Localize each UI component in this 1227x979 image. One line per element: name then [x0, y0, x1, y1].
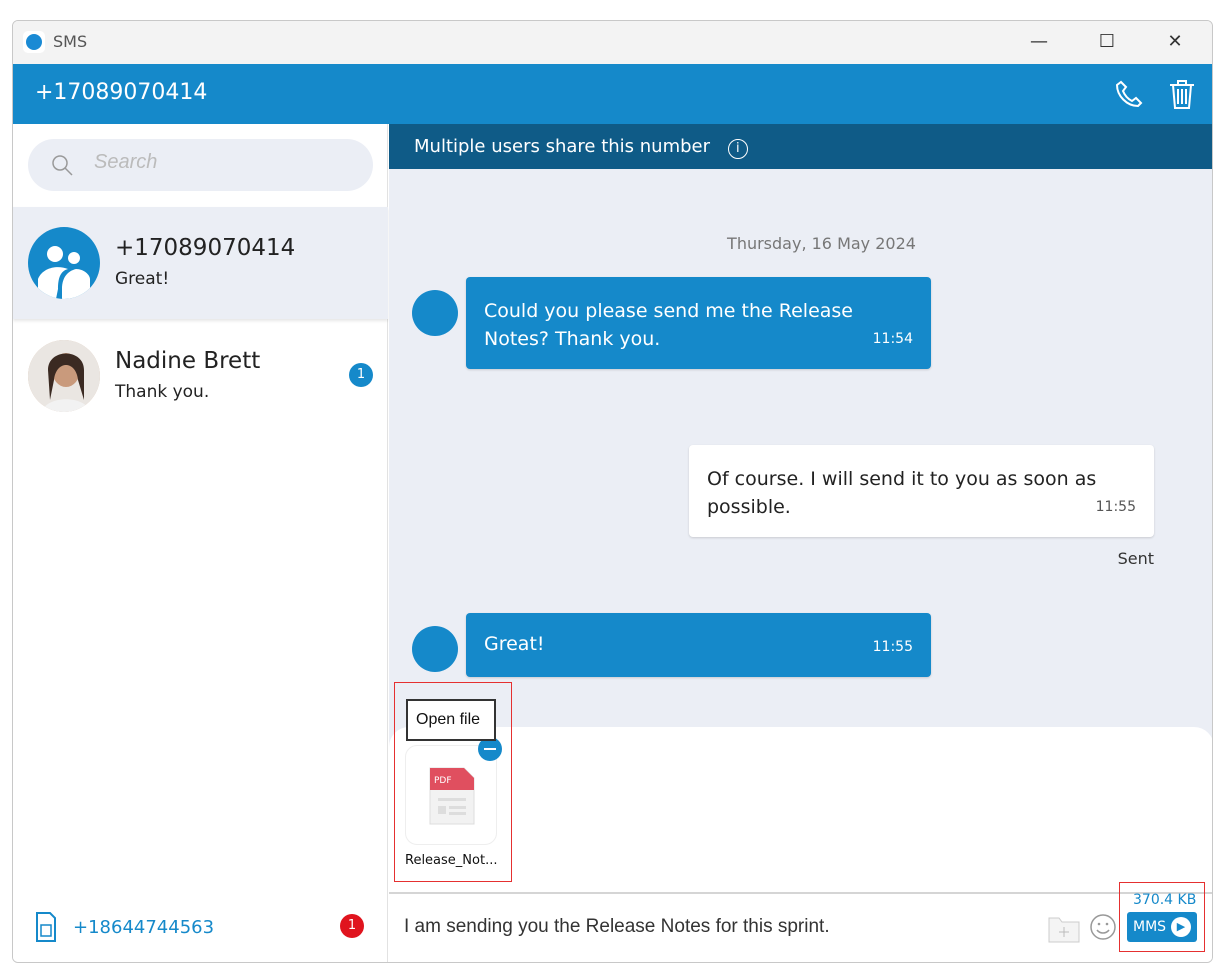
chat-panel: Multiple users share this number i Thurs… — [389, 124, 1212, 962]
emoji-icon[interactable] — [1089, 913, 1117, 941]
group-icon — [28, 227, 100, 299]
trash-icon[interactable] — [1166, 78, 1198, 110]
group-icon — [412, 626, 458, 672]
phone-icon[interactable] — [1113, 78, 1145, 110]
message-time: 11:54 — [872, 331, 913, 347]
message-bubble: Great! 11:55 — [466, 613, 931, 677]
sidebar: +17089070414 Great! Nadine Brett Thank y… — [13, 124, 388, 962]
message-time: 11:55 — [1095, 499, 1136, 515]
shared-number-banner: Multiple users share this number i — [389, 124, 1212, 169]
conversation-header: +17089070414 — [13, 64, 1212, 124]
search-input[interactable] — [94, 151, 344, 174]
highlight-box — [1119, 882, 1205, 952]
highlight-box — [394, 682, 512, 882]
message-bubble: Of course. I will send it to you as soon… — [689, 445, 1154, 537]
group-icon — [412, 290, 458, 336]
sim-card-icon — [36, 912, 56, 942]
contact-photo-avatar — [28, 340, 100, 412]
message-time: 11:55 — [872, 639, 913, 655]
conversation-name: Nadine Brett — [115, 348, 261, 374]
minimize-button[interactable]: — — [1016, 27, 1062, 57]
message-input-row: 370.4 KB MMS▶ — [389, 892, 1212, 962]
conversation-item[interactable]: +17089070414 Great! — [13, 207, 388, 319]
maximize-button[interactable]: ☐ — [1084, 27, 1130, 57]
banner-text: Multiple users share this number — [414, 136, 711, 157]
attach-folder-icon[interactable] — [1047, 914, 1081, 944]
app-logo-icon — [23, 31, 45, 53]
own-number[interactable]: +18644744563 — [73, 917, 214, 938]
compose-area: PDF Release_Not... 370.4 KB MMS▶ — [389, 727, 1212, 962]
conversation-item[interactable]: Nadine Brett Thank you. 1 — [13, 320, 388, 432]
conversation-name: +17089070414 — [115, 235, 296, 261]
conversation-preview: Great! — [115, 269, 170, 289]
footer-badge: 1 — [340, 914, 364, 938]
title-bar: SMS — ☐ ✕ — [13, 21, 1212, 64]
message-bubble: Could you please send me the Release Not… — [466, 277, 931, 369]
search-box[interactable] — [28, 139, 373, 191]
header-number: +17089070414 — [35, 80, 208, 105]
info-icon[interactable]: i — [727, 139, 748, 159]
window-title: SMS — [53, 32, 88, 51]
message-status: Sent — [1117, 549, 1154, 568]
sms-window: SMS — ☐ ✕ +17089070414 +17089070414 Grea… — [12, 20, 1213, 963]
search-icon — [52, 155, 73, 176]
unread-badge: 1 — [349, 363, 373, 387]
date-separator: Thursday, 16 May 2024 — [727, 234, 916, 253]
conversation-preview: Thank you. — [115, 382, 210, 402]
close-button[interactable]: ✕ — [1152, 27, 1198, 57]
message-input[interactable] — [404, 916, 1024, 938]
